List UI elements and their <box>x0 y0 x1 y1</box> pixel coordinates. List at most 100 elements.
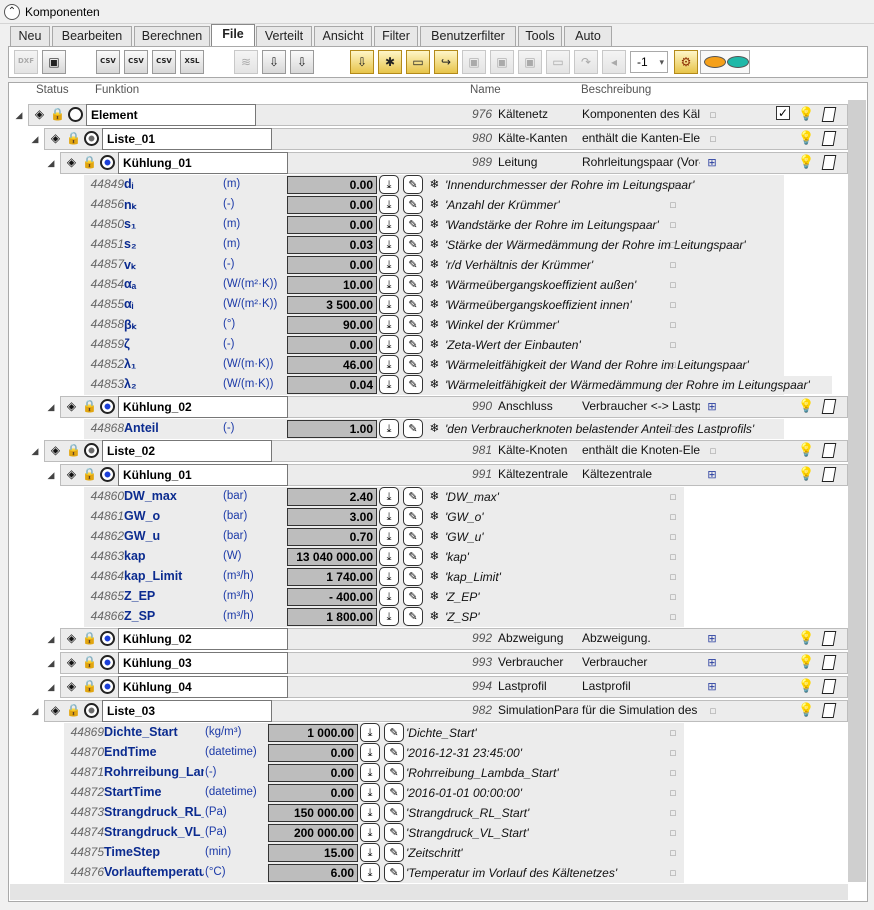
download-value-icon[interactable]: ⤓ <box>360 803 380 822</box>
tab-benutzerfilter[interactable]: Benutzerfilter <box>420 26 516 46</box>
lock-icon[interactable]: 🔒 <box>50 107 65 122</box>
visibility-icon[interactable]: ◈ <box>64 631 79 646</box>
edit-pencil-icon[interactable]: ✎ <box>384 763 404 782</box>
csv-export-3-icon[interactable]: CSV <box>152 50 176 74</box>
edit-pencil-icon[interactable]: ✎ <box>403 315 423 334</box>
download-value-icon[interactable]: ⤓ <box>379 507 399 526</box>
column-header-funktion[interactable]: Funktion <box>95 84 139 96</box>
lock-icon[interactable]: 🔒 <box>82 631 97 646</box>
parameter-value[interactable]: 46.00 <box>287 356 377 374</box>
edit-pencil-icon[interactable]: ✎ <box>403 587 423 606</box>
pin-icon[interactable]: ▫ <box>666 846 680 860</box>
horizontal-scrollbar[interactable] <box>10 884 848 900</box>
parameter-value[interactable]: 0.00 <box>287 336 377 354</box>
pin-icon[interactable]: ▫ <box>706 704 720 718</box>
download-value-icon[interactable]: ⤓ <box>360 863 380 882</box>
folder-up-icon[interactable]: ▭ <box>546 50 570 74</box>
machine-icon[interactable]: ⊞ <box>704 656 720 670</box>
edit-pencil-icon[interactable]: ✎ <box>403 295 423 314</box>
tab-neu[interactable]: Neu <box>10 26 50 46</box>
node-label[interactable]: Liste_02 <box>102 440 272 462</box>
pin-icon[interactable]: ▫ <box>706 444 720 458</box>
node-label[interactable]: Liste_03 <box>102 700 272 722</box>
settings-gears-icon[interactable]: ⚙ <box>674 50 698 74</box>
download-value-icon[interactable]: ⤓ <box>379 567 399 586</box>
pin-icon[interactable]: ▫ <box>666 198 680 212</box>
xsl-export-icon[interactable]: XSL <box>180 50 204 74</box>
expander-triangle-icon[interactable]: ◢ <box>46 658 56 668</box>
pin-icon[interactable]: ▫ <box>706 132 720 146</box>
parameter-value[interactable]: - 400.00 <box>287 588 377 606</box>
export-project-2-icon[interactable]: ⇩ <box>290 50 314 74</box>
parameter-value[interactable]: 15.00 <box>268 844 358 862</box>
pin-icon[interactable]: ▫ <box>666 238 680 252</box>
snowflake-icon[interactable]: ❄ <box>427 421 442 436</box>
machine-icon[interactable]: ⊞ <box>704 632 720 646</box>
expander-triangle-icon[interactable]: ◢ <box>30 706 40 716</box>
download-value-icon[interactable]: ⤓ <box>379 215 399 234</box>
parameter-value[interactable]: 90.00 <box>287 316 377 334</box>
pin-icon[interactable]: ▫ <box>666 726 680 740</box>
lock-icon[interactable]: 🔒 <box>82 155 97 170</box>
edit-pencil-icon[interactable]: ✎ <box>403 355 423 374</box>
expander-triangle-icon[interactable]: ◢ <box>46 158 56 168</box>
visibility-icon[interactable]: ◈ <box>48 703 63 718</box>
download-value-icon[interactable]: ⤓ <box>360 723 380 742</box>
visibility-icon[interactable]: ◈ <box>64 679 79 694</box>
pin-icon[interactable]: ▫ <box>666 378 680 392</box>
download-value-icon[interactable]: ⤓ <box>360 783 380 802</box>
parameter-value[interactable]: 0.00 <box>287 256 377 274</box>
download-value-icon[interactable]: ⤓ <box>379 355 399 374</box>
visibility-icon[interactable]: ◈ <box>32 107 47 122</box>
edit-pencil-icon[interactable]: ✎ <box>403 567 423 586</box>
tab-berechnen[interactable]: Berechnen <box>134 26 210 46</box>
pin-icon[interactable]: ▫ <box>666 806 680 820</box>
tab-bearbeiten[interactable]: Bearbeiten <box>52 26 132 46</box>
parameter-value[interactable]: 3 500.00 <box>287 296 377 314</box>
pin-icon[interactable]: ▫ <box>666 338 680 352</box>
pin-icon[interactable]: ▫ <box>666 530 680 544</box>
tab-tools[interactable]: Tools <box>518 26 562 46</box>
pin-icon[interactable]: ▫ <box>666 218 680 232</box>
element-checkbox[interactable]: ✓ <box>776 106 790 120</box>
parameter-value[interactable]: 1 740.00 <box>287 568 377 586</box>
pin-icon[interactable]: ▫ <box>666 590 680 604</box>
parameter-value[interactable]: 150 000.00 <box>268 804 358 822</box>
parameter-value[interactable]: 0.70 <box>287 528 377 546</box>
snowflake-icon[interactable]: ❄ <box>427 217 442 232</box>
download-value-icon[interactable]: ⤓ <box>379 487 399 506</box>
lightbulb-icon[interactable]: 💡 <box>798 703 814 719</box>
pin-icon[interactable]: ▫ <box>666 510 680 524</box>
parameter-value[interactable]: 0.00 <box>268 744 358 762</box>
machine-icon[interactable]: ⊞ <box>704 468 720 482</box>
edit-pencil-icon[interactable]: ✎ <box>403 215 423 234</box>
edit-pencil-icon[interactable]: ✎ <box>384 803 404 822</box>
pin-icon[interactable]: ▫ <box>666 766 680 780</box>
parameter-value[interactable]: 1.00 <box>287 420 377 438</box>
parameter-value[interactable]: 0.00 <box>287 196 377 214</box>
expander-triangle-icon[interactable]: ◢ <box>46 682 56 692</box>
parameter-value[interactable]: 0.04 <box>287 376 377 394</box>
download-value-icon[interactable]: ⤓ <box>379 547 399 566</box>
edit-pencil-icon[interactable]: ✎ <box>403 275 423 294</box>
column-header-name[interactable]: Name <box>470 84 501 96</box>
speaker-icon[interactable]: ◂ <box>602 50 626 74</box>
vertical-scrollbar[interactable] <box>848 100 866 882</box>
lightbulb-icon[interactable]: 💡 <box>798 467 814 483</box>
pin-icon[interactable]: ▫ <box>666 358 680 372</box>
column-header-beschreibung[interactable]: Beschreibung <box>581 84 651 96</box>
visibility-icon[interactable]: ◈ <box>64 399 79 414</box>
folder-move-icon[interactable]: ↪ <box>434 50 458 74</box>
visibility-icon[interactable]: ◈ <box>64 467 79 482</box>
lightbulb-icon[interactable]: 💡 <box>798 155 814 171</box>
snowflake-icon[interactable]: ❄ <box>427 529 442 544</box>
node-label[interactable]: Kühlung_03 <box>118 652 288 674</box>
expander-triangle-icon[interactable]: ◢ <box>46 470 56 480</box>
edit-pencil-icon[interactable]: ✎ <box>403 255 423 274</box>
expander-triangle-icon[interactable]: ◢ <box>46 634 56 644</box>
pin-icon[interactable]: ▫ <box>666 550 680 564</box>
disk-icon[interactable]: ▣ <box>462 50 486 74</box>
download-value-icon[interactable]: ⤓ <box>379 335 399 354</box>
pin-icon[interactable]: ▫ <box>666 178 680 192</box>
save-icon[interactable]: ▣ <box>42 50 66 74</box>
